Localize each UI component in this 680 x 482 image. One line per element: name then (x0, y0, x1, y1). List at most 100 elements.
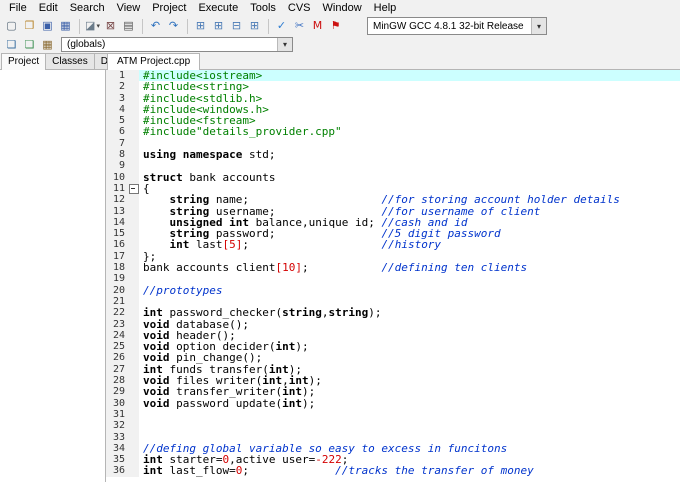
close-file-icon[interactable]: ⊠ (102, 18, 119, 35)
code-line[interactable]: 2 #include<string> (106, 81, 680, 93)
code-line[interactable]: 35 int starter=0,active_user=-222; (106, 454, 680, 466)
code-line[interactable]: 9 (106, 160, 680, 172)
chevron-down-icon[interactable]: ▾ (277, 38, 292, 51)
code-line[interactable]: 14 unsigned int balance,unique_id; //cas… (106, 216, 680, 229)
goto-declaration-icon[interactable]: ❏ (3, 36, 20, 53)
code-line[interactable]: 20 //prototypes (106, 284, 680, 296)
left-panel-tabs: ProjectClassesDebug (0, 53, 138, 70)
line-number: 32 (106, 420, 128, 432)
menu-tools[interactable]: Tools (244, 1, 282, 15)
save-icon[interactable]: ▣ (39, 18, 56, 35)
code-line[interactable]: 17}; (106, 250, 680, 263)
code-line[interactable]: 8 using namespace std; (106, 149, 680, 161)
compile-run-icon[interactable]: ⊟ (228, 18, 245, 35)
code-line[interactable]: 23 void database(); (106, 318, 680, 330)
code-line[interactable]: 33 (106, 431, 680, 443)
fold-margin (128, 465, 139, 477)
code-line[interactable]: 3 #include<stdlib.h> (106, 92, 680, 104)
code-line[interactable]: 16 int last[5]; //history (106, 239, 680, 251)
code-line[interactable]: 32 (106, 420, 680, 432)
rebuild-icon: ⊞ (249, 19, 260, 32)
editor-tabs: ATM Project.cpp (106, 53, 680, 70)
new-file-icon[interactable]: ▢ (3, 18, 20, 35)
code-text: void header(); (143, 329, 236, 342)
compiler-select-value: MinGW GCC 4.8.1 32-bit Release (373, 20, 524, 32)
abort-compile-icon[interactable]: ✂ (291, 18, 308, 35)
line-number: 18 (106, 262, 128, 274)
code-line[interactable]: 19 (106, 273, 680, 285)
fold-marker-icon[interactable] (128, 182, 139, 195)
code-line[interactable]: 29 void transfer_writer(int); (106, 386, 680, 398)
menu-view[interactable]: View (111, 1, 147, 15)
print-icon[interactable]: ▤ (120, 18, 137, 35)
profile-icon[interactable]: M (309, 18, 326, 35)
code-line[interactable]: 11 { (106, 182, 680, 195)
code-line[interactable]: 30 void password_update(int); (106, 397, 680, 409)
code-line[interactable]: 25 void option_decider(int); (106, 341, 680, 353)
code-line[interactable]: 7 (106, 137, 680, 150)
code-line[interactable]: 34 //defing global variable so easy to ex… (106, 442, 680, 455)
code-text: #include<fstream> (143, 115, 256, 127)
redo-icon[interactable]: ↷ (165, 18, 182, 35)
new-project-icon[interactable]: ◪ ▾ (84, 18, 101, 35)
menu-project[interactable]: Project (146, 1, 192, 15)
class-toolbar-icons: ❏ ❏ ▦ (3, 36, 57, 53)
fold-margin (128, 307, 139, 319)
line-number: 6 (106, 126, 128, 138)
code-line[interactable]: 12 string name; //for storing account ho… (106, 194, 680, 206)
code-line[interactable]: 18 bank_accounts client[10]; //defining t… (106, 262, 680, 274)
rebuild-icon[interactable]: ⊞ (246, 18, 263, 35)
code-line[interactable]: 22 int password_checker(string,string); (106, 307, 680, 319)
sidebar-tab-classes[interactable]: Classes (45, 53, 95, 69)
code-line[interactable]: 36 int last_flow=0; //tracks the transfer… (106, 465, 680, 477)
code-line[interactable]: 21 (106, 295, 680, 308)
chevron-down-icon[interactable]: ▾ (531, 18, 546, 34)
class-browser-icon[interactable]: ▦ (39, 36, 56, 53)
code-line[interactable]: 27 int funds_transfer(int); (106, 363, 680, 376)
menu-window[interactable]: Window (317, 1, 368, 15)
code-line[interactable]: 26 void pin_change(); (106, 352, 680, 364)
project-browser-panel[interactable] (0, 70, 106, 482)
line-number: 10 (106, 171, 128, 183)
menu-search[interactable]: Search (64, 1, 111, 15)
menu-execute[interactable]: Execute (192, 1, 244, 15)
code-line[interactable]: 24 void header(); (106, 329, 680, 342)
line-number: 17 (106, 250, 128, 263)
editor-tab[interactable]: ATM Project.cpp (107, 53, 201, 70)
code-line[interactable]: 15 string password; //5 digit password (106, 228, 680, 240)
sidebar-tab-project[interactable]: Project (1, 53, 47, 70)
abort-compile-icon: ✂ (294, 19, 305, 32)
code-line[interactable]: 5 #include<fstream> (106, 115, 680, 127)
ide-window: File Edit Search View Project Execute Tools CVS… (0, 0, 680, 482)
code-line[interactable]: 13 string username; //for username of cl… (106, 205, 680, 217)
compiler-select[interactable]: MinGW GCC 4.8.1 32-bit Release ▾ (367, 17, 547, 35)
code-text: bank_accounts client[10]; //defining ten… (143, 262, 528, 274)
globals-select[interactable]: (globals) ▾ (61, 37, 293, 52)
code-line[interactable]: 1 #include<iostream> (106, 70, 680, 82)
code-editor[interactable]: 1 #include<iostream> 2 #include<string> 3 #in… (106, 70, 680, 482)
dropdown-arrow-icon: ▾ (96, 22, 100, 30)
goto-definition-icon[interactable]: ❏ (21, 36, 38, 53)
code-line[interactable]: 31 (106, 408, 680, 421)
syntax-check-icon[interactable]: ✓ (273, 18, 290, 35)
compile-icon[interactable]: ⊞ (192, 18, 209, 35)
open-file-icon[interactable]: ❐ (21, 18, 38, 35)
toolbar-separator (79, 18, 80, 34)
code-line[interactable]: 6 #include"details_provider.cpp" (106, 126, 680, 138)
code-line[interactable]: 28 void files_writer(int,int); (106, 375, 680, 387)
line-number: 25 (106, 341, 128, 353)
profiling-analysis-icon[interactable]: ⚑ (327, 18, 344, 35)
save-all-icon[interactable]: ▦ (57, 18, 74, 35)
menu-edit[interactable]: Edit (33, 1, 64, 15)
menu-cvs[interactable]: CVS (282, 1, 317, 15)
menu-help[interactable]: Help (368, 1, 403, 15)
run-icon[interactable]: ⊞ (210, 18, 227, 35)
menu-file[interactable]: File (3, 1, 33, 15)
fold-margin (128, 408, 139, 421)
code-text: string name; //for storing account holde… (169, 194, 620, 206)
code-line[interactable]: 4 #include<windows.h> (106, 103, 680, 116)
undo-icon[interactable]: ↶ (147, 18, 164, 35)
code-line[interactable]: 10 struct bank_accounts (106, 171, 680, 183)
